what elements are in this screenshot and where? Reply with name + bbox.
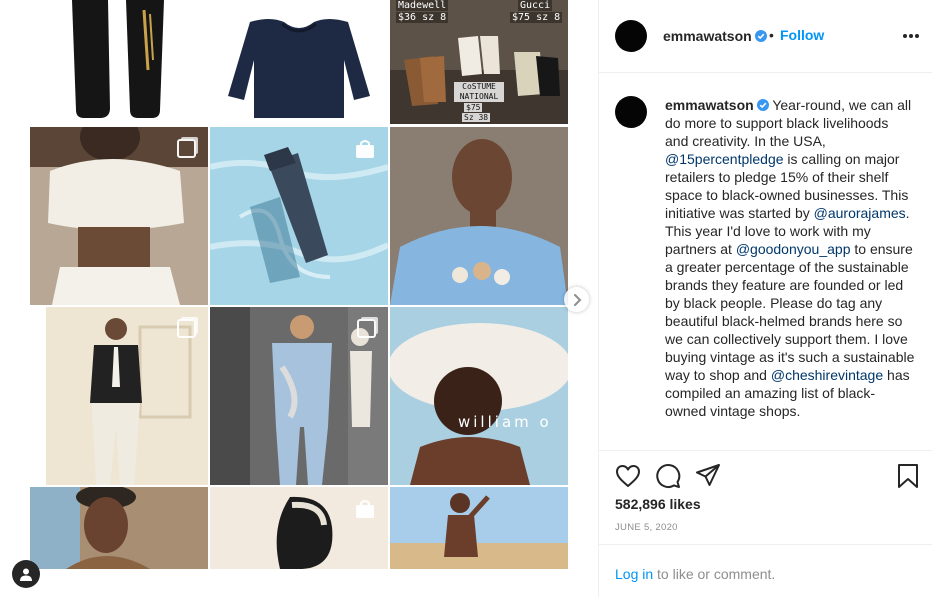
madewell-price: $36 sz 8	[396, 12, 449, 23]
verified-badge-icon	[754, 30, 767, 42]
grid-tile-suit[interactable]	[30, 307, 208, 485]
sweatpants-photo	[72, 0, 164, 118]
cap-portrait-photo	[30, 487, 208, 569]
caption-area: emmawatson Year-round, we can all do mor…	[599, 74, 932, 450]
grid-tile-crop-top[interactable]	[30, 127, 208, 305]
shopping-bag-icon	[356, 500, 374, 518]
post-date[interactable]: JUNE 5, 2020	[615, 522, 678, 533]
shopping-bag-icon	[356, 140, 374, 158]
chevron-right-icon	[573, 293, 581, 306]
mention-aurorajames[interactable]: @aurorajames	[814, 205, 906, 221]
gucci-label: Gucci	[518, 0, 553, 11]
author-username: emmawatson	[663, 28, 752, 44]
bookmark-icon[interactable]	[895, 463, 921, 489]
author-avatar[interactable]	[615, 20, 647, 52]
mention-goodonyou-app[interactable]: @goodonyou_app	[736, 241, 851, 257]
caption-part-4: to ensure a greater percentage of the su…	[665, 241, 915, 383]
mention-cheshirevintage[interactable]: @cheshirevintage	[771, 367, 883, 383]
dog-sweatshirt-photo	[390, 127, 568, 305]
comment-prompt: Log in to like or comment.	[599, 544, 932, 597]
author-username-link[interactable]: emmawatson	[663, 28, 767, 44]
sunhat-photo	[390, 307, 568, 485]
post-header: emmawatson • Follow	[599, 0, 932, 73]
grid-tile-beach[interactable]	[390, 487, 568, 569]
gucci-price: $75 sz 8	[510, 12, 563, 23]
grid-tile-sunscreen[interactable]	[210, 127, 388, 305]
madewell-label: Madewell	[396, 0, 449, 11]
post-details-panel: emmawatson • Follow emmawatson Year-roun…	[598, 0, 932, 597]
paper-plane-icon[interactable]	[695, 463, 721, 489]
caption-username[interactable]: emmawatson	[665, 97, 754, 113]
grid-tile-sweater[interactable]	[210, 0, 388, 124]
grid-tile-sandals[interactable]	[210, 487, 388, 569]
carousel-next-button[interactable]	[564, 287, 589, 312]
costume-size: Sz 38	[462, 113, 491, 122]
brand-watermark: william o	[458, 413, 552, 431]
post-media[interactable]: Madewell $36 sz 8 Gucci $75 sz 8 CoSTUME…	[0, 0, 598, 597]
heart-icon[interactable]	[615, 463, 641, 489]
beach-photo	[390, 487, 568, 569]
verified-badge-icon	[756, 99, 769, 111]
navy-sweater-photo	[228, 19, 370, 118]
comment-icon[interactable]	[655, 463, 681, 489]
grid-tile-portrait-cap[interactable]	[30, 487, 208, 569]
follow-button[interactable]: Follow	[780, 27, 824, 43]
post-caption: emmawatson Year-round, we can all do mor…	[665, 96, 915, 420]
multiple-photos-icon	[177, 139, 196, 158]
multiple-photos-icon	[357, 319, 376, 338]
more-options-icon[interactable]	[899, 26, 923, 46]
caption-author-avatar[interactable]	[615, 96, 647, 128]
user-tags-button[interactable]	[12, 560, 40, 588]
grid-tile-dog-sweatshirt[interactable]	[390, 127, 568, 305]
costume-price: $75	[464, 103, 483, 112]
comment-prompt-text: to like or comment.	[653, 566, 776, 582]
grid-tile-sunhat[interactable]: william o	[390, 307, 568, 485]
login-link[interactable]: Log in	[615, 566, 653, 582]
mention-15percentpledge[interactable]: @15percentpledge	[665, 151, 784, 167]
post-actions: 582,896 likes JUNE 5, 2020	[599, 450, 932, 544]
header-separator: •	[769, 27, 774, 43]
multiple-photos-icon	[177, 319, 196, 338]
grid-tile-runway[interactable]	[210, 307, 388, 485]
user-icon	[20, 568, 32, 581]
likes-count[interactable]: 582,896 likes	[615, 496, 701, 512]
grid-tile-shoes[interactable]: Madewell $36 sz 8 Gucci $75 sz 8 CoSTUME…	[390, 0, 568, 124]
costume-label: CoSTUME NATIONAL	[454, 82, 504, 102]
grid-tile-sweatpants[interactable]	[30, 0, 208, 124]
